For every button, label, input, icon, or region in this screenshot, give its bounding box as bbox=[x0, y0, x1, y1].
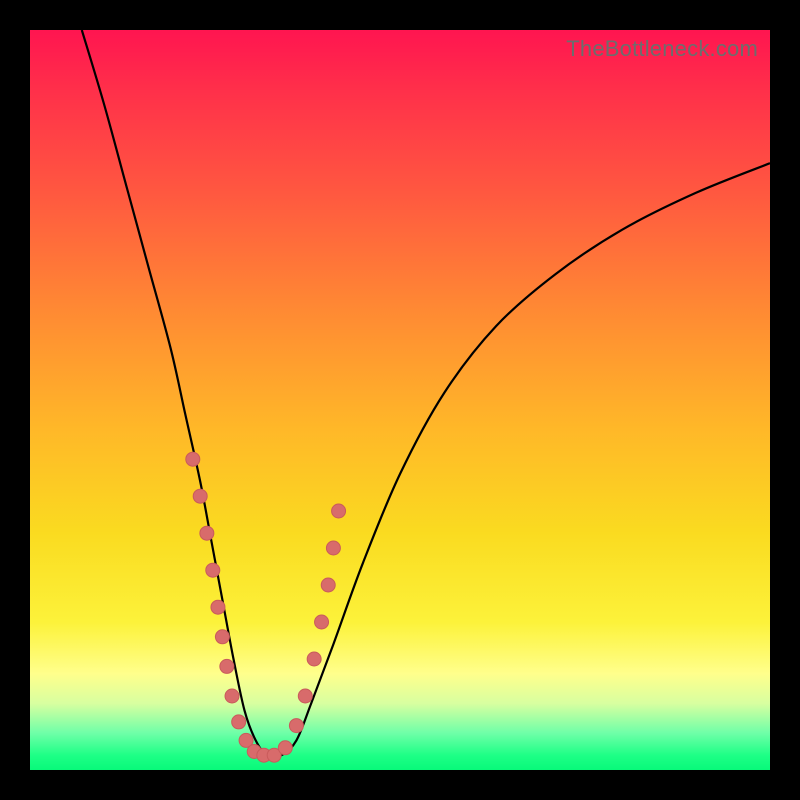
marker-dot bbox=[326, 541, 340, 555]
marker-dot bbox=[278, 741, 292, 755]
marker-dot bbox=[193, 489, 207, 503]
marker-dot bbox=[298, 689, 312, 703]
marker-dot bbox=[332, 504, 346, 518]
marker-dot bbox=[220, 659, 234, 673]
marker-dot bbox=[186, 452, 200, 466]
marker-dot bbox=[289, 719, 303, 733]
plot-area: TheBottleneck.com bbox=[30, 30, 770, 770]
curve-layer bbox=[30, 30, 770, 770]
marker-dot bbox=[307, 652, 321, 666]
marker-dot bbox=[211, 600, 225, 614]
marker-dot bbox=[315, 615, 329, 629]
bottleneck-curve bbox=[82, 30, 770, 757]
marker-dot bbox=[232, 715, 246, 729]
marker-dot bbox=[200, 526, 214, 540]
marker-dot bbox=[215, 630, 229, 644]
marker-dot bbox=[206, 563, 220, 577]
marker-dot bbox=[225, 689, 239, 703]
highlight-markers bbox=[186, 452, 346, 762]
chart-frame: TheBottleneck.com bbox=[0, 0, 800, 800]
marker-dot bbox=[321, 578, 335, 592]
